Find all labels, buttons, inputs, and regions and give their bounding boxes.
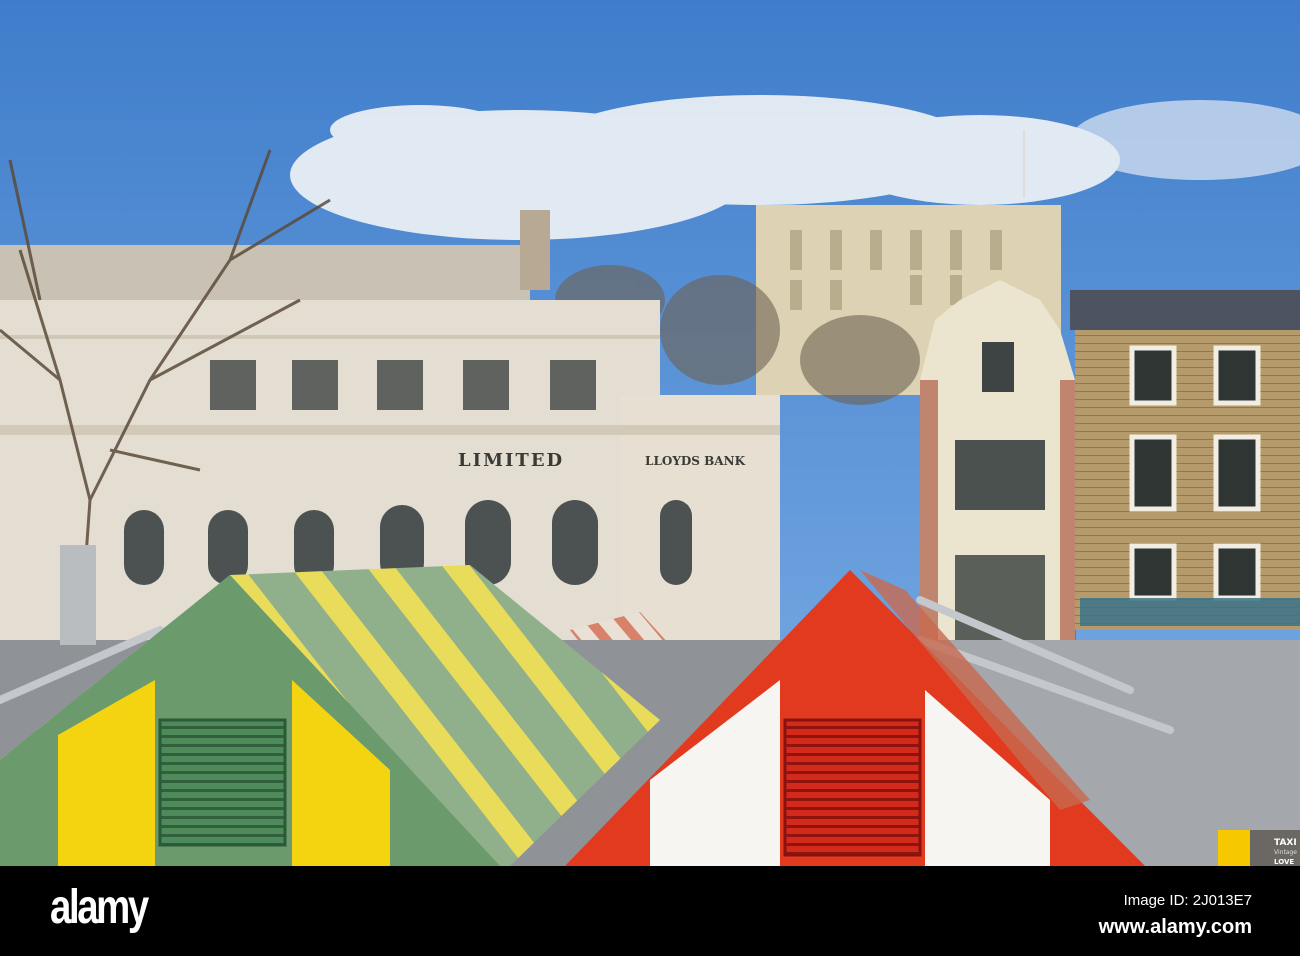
market-scene: LIMITED LLOYDS BANK TAXI Vintage LOVE bbox=[0, 0, 1300, 866]
bank-sign-limited: LIMITED bbox=[458, 450, 564, 471]
taxi-sign-title: TAXI bbox=[1274, 838, 1297, 848]
watermark-bar: alamy Image ID: 2J013E7 www.alamy.com bbox=[0, 866, 1300, 956]
site-url: www.alamy.com bbox=[1098, 916, 1252, 938]
brick-terrace bbox=[1070, 290, 1300, 630]
vent-louvre-icon bbox=[158, 718, 287, 847]
image-id: Image ID: 2J013E7 bbox=[1123, 892, 1252, 909]
taxi-sign: TAXI Vintage LOVE bbox=[1218, 830, 1300, 866]
alamy-logo: alamy bbox=[50, 881, 149, 934]
taxi-sign-line3: LOVE bbox=[1274, 858, 1294, 866]
taxi-sign-subtitle: Vintage bbox=[1274, 849, 1297, 856]
bank-sign-lloyds: LLOYDS BANK bbox=[645, 454, 746, 468]
photo: LIMITED LLOYDS BANK TAXI Vintage LOVE al… bbox=[0, 0, 1300, 956]
gabled-building bbox=[920, 280, 1076, 640]
vent-louvre-icon bbox=[783, 718, 922, 857]
